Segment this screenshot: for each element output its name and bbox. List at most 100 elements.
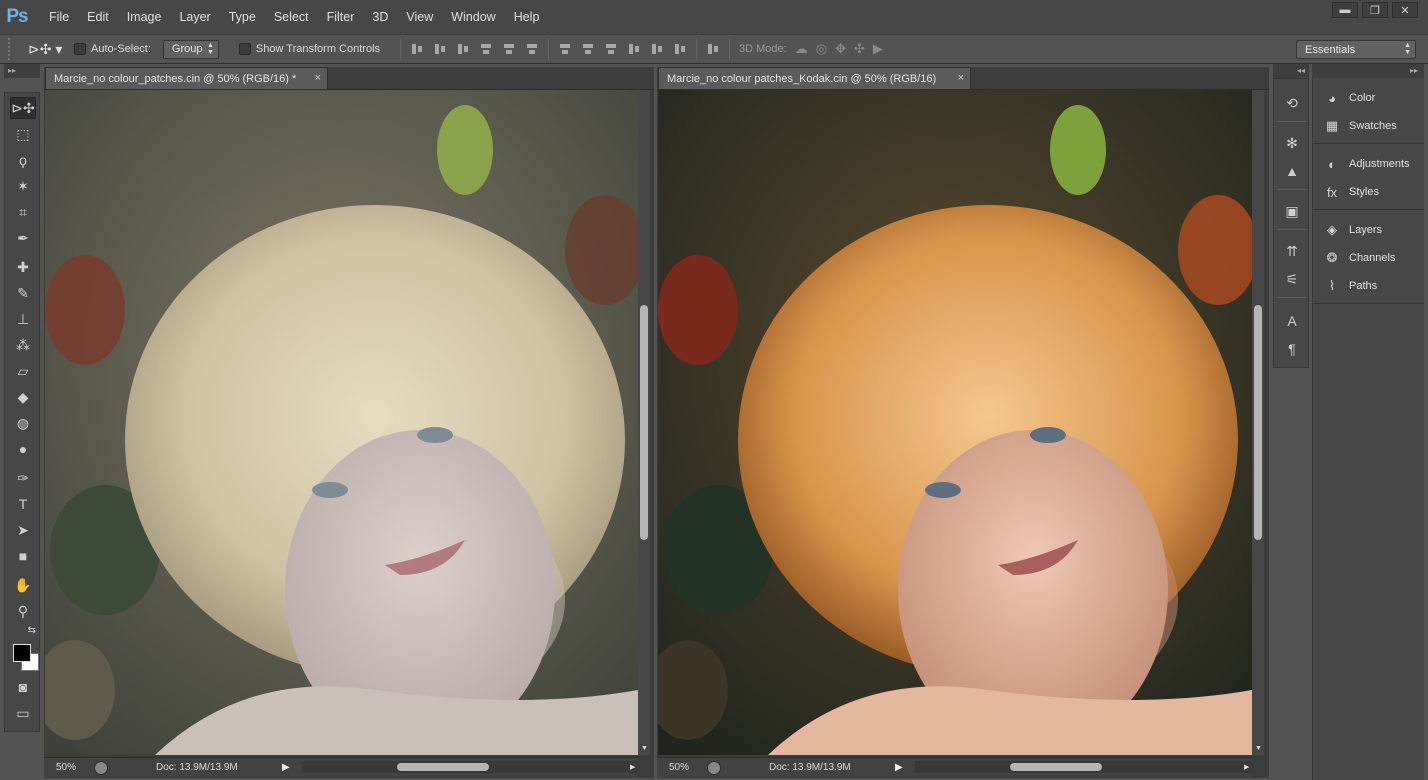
crop-tool-icon[interactable]: ⌗: [10, 201, 36, 223]
lasso-tool-icon[interactable]: ϙ: [10, 149, 36, 171]
zoom-level-1[interactable]: 50%: [44, 762, 94, 773]
align-top-icon[interactable]: [410, 42, 424, 56]
image-canvas-2[interactable]: [658, 90, 1252, 755]
horizontal-scroll-thumb-1[interactable]: [397, 763, 489, 771]
menu-help[interactable]: Help: [505, 0, 549, 34]
options-grip[interactable]: [8, 38, 16, 60]
3d-pan-icon[interactable]: ✥: [835, 41, 846, 57]
info-icon[interactable]: ▣: [1282, 201, 1302, 221]
3d-rotate-icon[interactable]: ☁: [795, 41, 808, 57]
close-tab-icon[interactable]: ×: [958, 72, 964, 84]
distribute-bottom-icon[interactable]: [604, 42, 618, 56]
paint-bucket-tool-icon[interactable]: ◆: [10, 386, 36, 408]
distribute-vertical-center-icon[interactable]: [581, 42, 595, 56]
panel-paths[interactable]: ⌇ Paths: [1313, 272, 1424, 300]
minimize-button[interactable]: ▬: [1332, 2, 1358, 18]
show-transform-checkbox[interactable]: [238, 43, 251, 55]
history-icon[interactable]: ⟲: [1282, 93, 1302, 113]
tool-presets-icon[interactable]: ⚟: [1282, 269, 1302, 289]
3d-scale-icon[interactable]: ▶: [873, 41, 883, 57]
panel-layers[interactable]: ◈ Layers: [1313, 216, 1424, 244]
horizontal-scrollbar-2[interactable]: ▶: [915, 761, 1252, 773]
type-tool-icon[interactable]: T: [10, 493, 36, 515]
panels-collapse-strip[interactable]: ▸▸: [1312, 64, 1424, 78]
scroll-right-icon[interactable]: ▶: [630, 763, 635, 771]
panel-styles[interactable]: fx Styles: [1313, 178, 1424, 206]
magic-wand-tool-icon[interactable]: ✶: [10, 175, 36, 197]
clone-stamp-tool-icon[interactable]: ⊥: [10, 308, 36, 330]
align-vertical-center-icon[interactable]: [433, 42, 447, 56]
eraser-tool-icon[interactable]: ▱: [10, 360, 36, 382]
horizontal-scrollbar-1[interactable]: ▶: [302, 761, 638, 773]
auto-align-layers-icon[interactable]: [706, 42, 720, 56]
histogram-icon[interactable]: ▲: [1282, 161, 1302, 181]
blur-tool-icon[interactable]: ◍: [10, 412, 36, 434]
paragraph-icon[interactable]: ¶: [1282, 339, 1302, 359]
brush-presets-icon[interactable]: ⇈: [1282, 241, 1302, 261]
menu-window[interactable]: Window: [442, 0, 504, 34]
menu-filter[interactable]: Filter: [318, 0, 364, 34]
status-menu-icon[interactable]: ▶: [282, 762, 292, 773]
zoom-tool-icon[interactable]: ⚲: [10, 600, 36, 622]
brush-tool-icon[interactable]: ✎: [10, 282, 36, 304]
auto-select-dropdown[interactable]: Group ▲ ▼: [162, 39, 219, 59]
align-bottom-icon[interactable]: [456, 42, 470, 56]
menu-layer[interactable]: Layer: [170, 0, 219, 34]
path-selection-tool-icon[interactable]: ➤: [10, 519, 36, 541]
history-brush-tool-icon[interactable]: ⁂: [10, 334, 36, 356]
vertical-scroll-thumb-1[interactable]: [640, 305, 648, 540]
panel-swatches[interactable]: ▦ Swatches: [1313, 112, 1424, 140]
align-left-icon[interactable]: [479, 42, 493, 56]
menu-type[interactable]: Type: [220, 0, 265, 34]
healing-brush-tool-icon[interactable]: ✚: [10, 256, 36, 278]
navigator-icon[interactable]: ✻: [1282, 133, 1302, 153]
distribute-horizontal-center-icon[interactable]: [650, 42, 664, 56]
maximize-button[interactable]: ❐: [1362, 2, 1388, 18]
status-info-icon[interactable]: [94, 760, 108, 775]
menu-image[interactable]: Image: [118, 0, 171, 34]
pen-tool-icon[interactable]: ✑: [10, 467, 36, 489]
menu-select[interactable]: Select: [265, 0, 318, 34]
tools-collapse-strip[interactable]: ▸▸: [4, 64, 40, 78]
move-tool-icon[interactable]: ⊳✣: [10, 97, 36, 119]
3d-slide-icon[interactable]: ✣: [854, 41, 865, 57]
menu-3d[interactable]: 3D: [363, 0, 397, 34]
document-tab-2[interactable]: Marcie_no colour patches_Kodak.cin @ 50%…: [658, 67, 971, 89]
distribute-left-icon[interactable]: [627, 42, 641, 56]
close-tab-icon[interactable]: ×: [315, 72, 321, 84]
scroll-down-icon[interactable]: ▼: [641, 745, 648, 752]
screen-mode-icon[interactable]: ▭: [10, 702, 36, 724]
dodge-tool-icon[interactable]: ●: [10, 438, 36, 460]
character-icon[interactable]: A: [1282, 311, 1302, 331]
move-tool-preset-icon[interactable]: ⊳✣ ▾: [28, 41, 68, 58]
align-right-icon[interactable]: [525, 42, 539, 56]
zoom-level-2[interactable]: 50%: [657, 762, 707, 773]
panel-color[interactable]: ◕ Color: [1313, 84, 1424, 112]
scroll-right-icon[interactable]: ▶: [1244, 763, 1249, 771]
horizontal-scroll-thumb-2[interactable]: [1010, 763, 1102, 771]
menu-edit[interactable]: Edit: [78, 0, 118, 34]
panel-channels[interactable]: ❂ Channels: [1313, 244, 1424, 272]
menu-view[interactable]: View: [397, 0, 442, 34]
rectangle-tool-icon[interactable]: ■: [10, 545, 36, 567]
menu-file[interactable]: File: [40, 0, 78, 34]
workspace-dropdown[interactable]: Essentials ▲ ▼: [1296, 40, 1416, 59]
3d-roll-icon[interactable]: ◎: [816, 41, 827, 57]
image-canvas-1[interactable]: [45, 90, 638, 755]
foreground-color-swatch[interactable]: [13, 644, 31, 662]
distribute-right-icon[interactable]: [673, 42, 687, 56]
vertical-scroll-thumb-2[interactable]: [1254, 305, 1262, 540]
quick-mask-icon[interactable]: ◙: [10, 676, 36, 698]
status-menu-icon[interactable]: ▶: [895, 762, 905, 773]
auto-select-checkbox[interactable]: [74, 43, 86, 55]
align-horizontal-center-icon[interactable]: [502, 42, 516, 56]
close-button[interactable]: ✕: [1392, 2, 1418, 18]
scroll-down-icon[interactable]: ▼: [1255, 745, 1262, 752]
dock-collapse-strip[interactable]: ◂◂: [1273, 64, 1309, 78]
vertical-scrollbar-2[interactable]: ▼: [1252, 90, 1264, 755]
hand-tool-icon[interactable]: ✋: [10, 574, 36, 596]
document-tab-1[interactable]: Marcie_no colour_patches.cin @ 50% (RGB/…: [45, 67, 328, 89]
eyedropper-tool-icon[interactable]: ✒: [10, 227, 36, 249]
panel-adjustments[interactable]: ◐ Adjustments: [1313, 150, 1424, 178]
marquee-tool-icon[interactable]: ⬚: [10, 123, 36, 145]
